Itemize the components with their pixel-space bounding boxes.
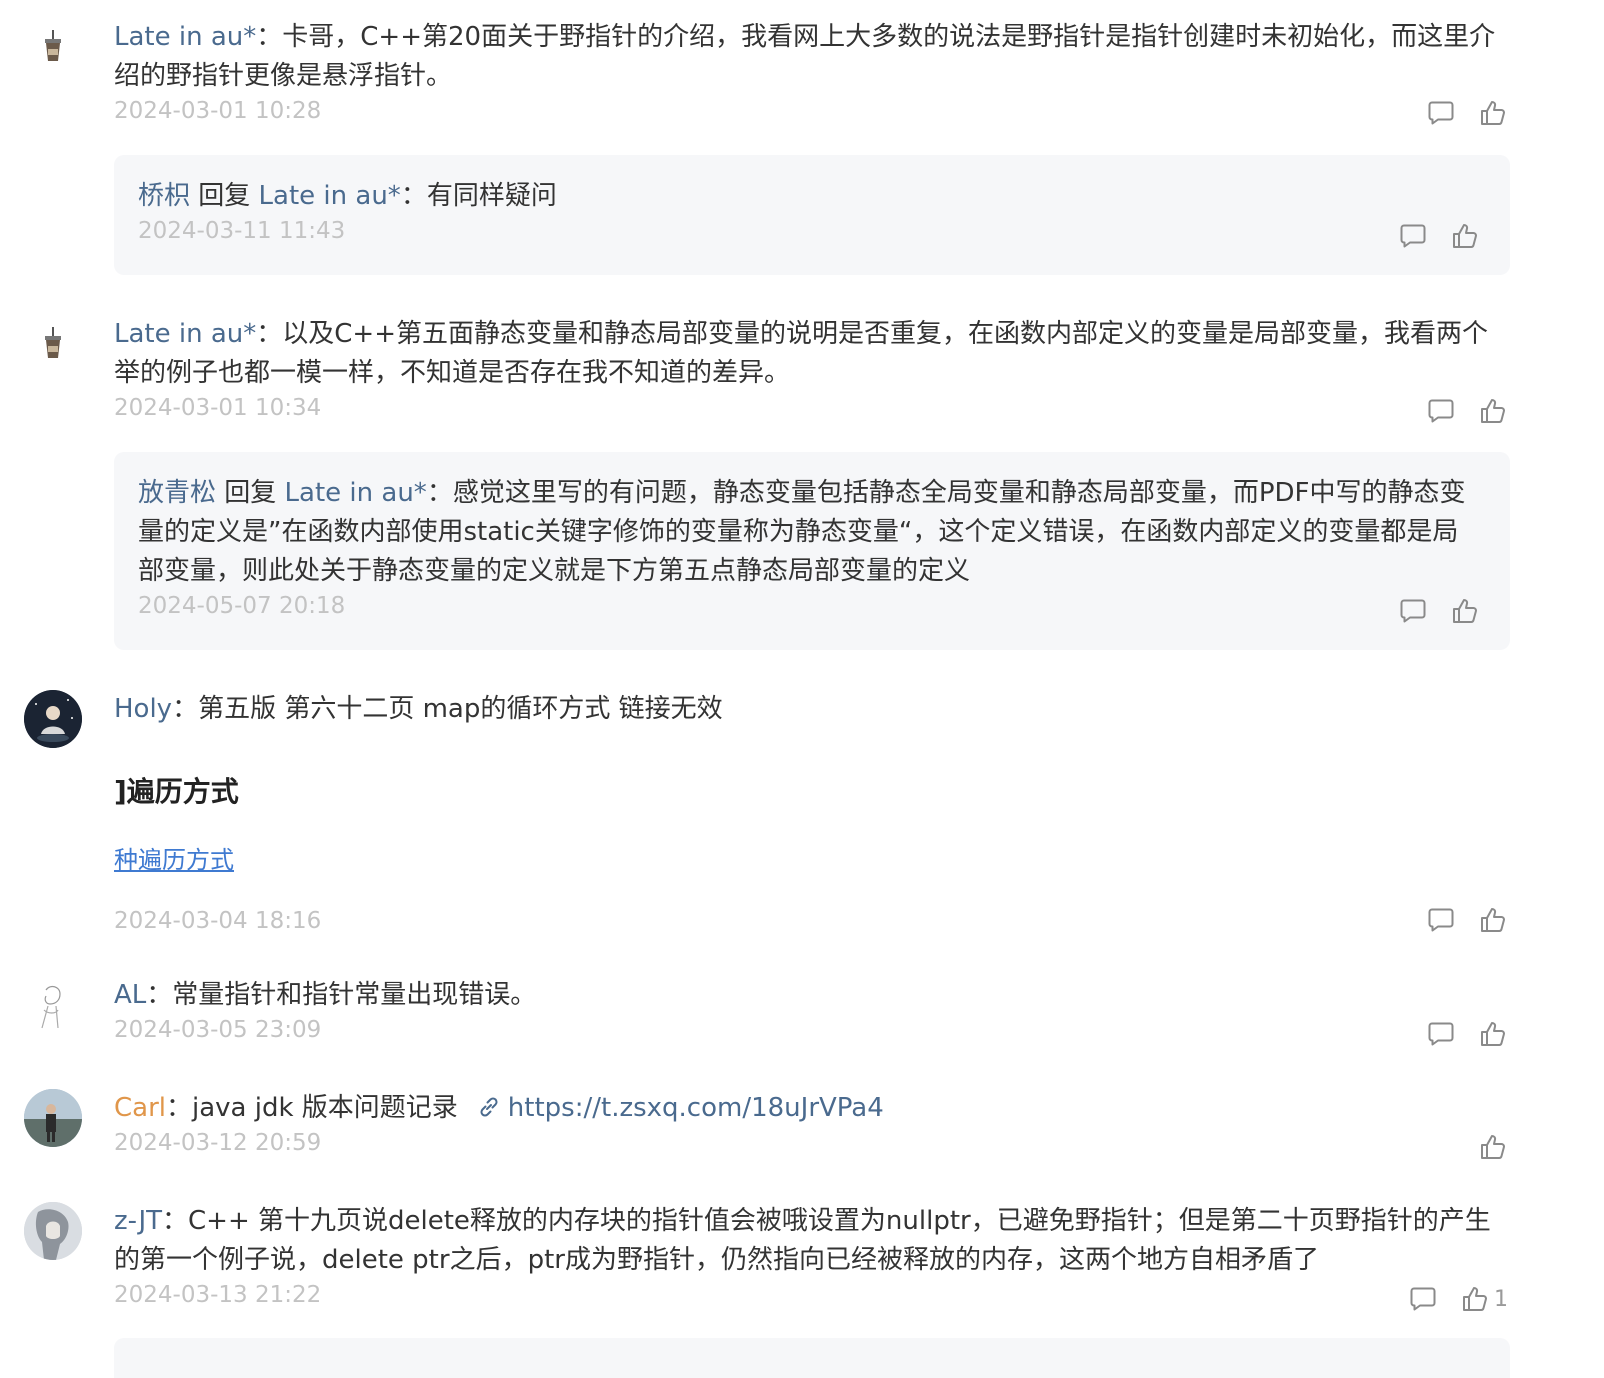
reply-content: ：有同样疑问 bbox=[400, 181, 557, 211]
like-icon[interactable] bbox=[1478, 98, 1508, 128]
comment-link[interactable]: https://t.zsxq.com/18uJrVPa4 bbox=[508, 1093, 884, 1123]
comment-text: Late in au*：以及C++第五面静态变量和静态局部变量的说明是否重复，在… bbox=[114, 315, 1508, 393]
comment-actions: 1 bbox=[1408, 1284, 1508, 1314]
reply-time: 2024-03-11 11:43 bbox=[138, 218, 346, 244]
reply-word: 回复 bbox=[190, 181, 259, 211]
reply-word: 回复 bbox=[216, 478, 285, 508]
cup-avatar-icon[interactable] bbox=[40, 325, 66, 361]
avatar[interactable] bbox=[24, 976, 82, 1034]
comment-author[interactable]: z-JT bbox=[114, 1206, 162, 1236]
comment-text: Late in au*：卡哥，C++第20面关于野指针的介绍，我看网上大多数的说… bbox=[114, 18, 1508, 96]
comment-author[interactable]: Late in au* bbox=[114, 22, 256, 52]
embed-heading: ]遍历方式 bbox=[114, 775, 239, 808]
comment-content: ：第五版 第六十二页 map的循环方式 链接无效 bbox=[172, 694, 723, 724]
comment-icon[interactable] bbox=[1398, 221, 1428, 251]
comment-icon[interactable] bbox=[1398, 596, 1428, 626]
cup-avatar-icon[interactable] bbox=[40, 28, 66, 64]
comment-text: Carl：java jdk 版本问题记录 https://t.zsxq.com/1… bbox=[114, 1089, 1508, 1128]
comment-text: z-JT：C++ 第十九页说delete释放的内存块的指针值会被哦设置为null… bbox=[114, 1202, 1508, 1280]
comment-time: 2024-03-01 10:28 bbox=[114, 98, 322, 124]
comment-icon[interactable] bbox=[1408, 1284, 1438, 1314]
comment-time: 2024-03-04 18:16 bbox=[114, 908, 322, 934]
comment-icon[interactable] bbox=[1426, 1019, 1456, 1049]
comment-time: 2024-03-12 20:59 bbox=[114, 1130, 322, 1156]
like-count: 1 bbox=[1494, 1286, 1508, 1312]
reply-box: 桥枳 回复 Late in au*：有同样疑问 2024-03-11 11:43 bbox=[114, 155, 1510, 275]
avatar[interactable] bbox=[24, 1202, 82, 1260]
comment-time: 2024-03-01 10:34 bbox=[114, 395, 322, 421]
reply-target[interactable]: Late in au* bbox=[285, 478, 427, 508]
comment-icon[interactable] bbox=[1426, 905, 1456, 935]
avatar[interactable] bbox=[24, 1089, 82, 1147]
reply-text: 桥枳 回复 Late in au*：有同样疑问 bbox=[138, 177, 1480, 216]
reply-text: 放青松 回复 Late in au*：感觉这里写的有问题，静态变量包括静态全局变… bbox=[138, 474, 1480, 591]
avatar[interactable] bbox=[24, 690, 82, 748]
comment-author[interactable]: Late in au* bbox=[114, 319, 256, 349]
comment-time: 2024-03-05 23:09 bbox=[114, 1017, 322, 1043]
comment-actions bbox=[1478, 1132, 1508, 1162]
comment-icon[interactable] bbox=[1426, 98, 1456, 128]
reply-actions bbox=[1398, 596, 1480, 626]
comment-content: ：java jdk 版本问题记录 bbox=[166, 1093, 458, 1123]
comment-time: 2024-03-13 21:22 bbox=[114, 1282, 322, 1308]
embed-link[interactable]: 种遍历方式 bbox=[114, 840, 234, 875]
comment-actions bbox=[1426, 905, 1508, 935]
comment-actions bbox=[1426, 396, 1508, 426]
comment-content: ：以及C++第五面静态变量和静态局部变量的说明是否重复，在函数内部定义的变量是局… bbox=[114, 319, 1488, 388]
comment-author[interactable]: Carl bbox=[114, 1093, 166, 1123]
comment-icon[interactable] bbox=[1426, 396, 1456, 426]
like-icon[interactable] bbox=[1478, 905, 1508, 935]
like-icon[interactable] bbox=[1450, 221, 1480, 251]
comment-content: ：常量指针和指针常量出现错误。 bbox=[146, 980, 537, 1010]
reply-author[interactable]: 桥枳 bbox=[138, 181, 190, 211]
like-icon[interactable] bbox=[1450, 596, 1480, 626]
comment-author[interactable]: Holy bbox=[114, 694, 172, 724]
like-icon[interactable] bbox=[1460, 1284, 1490, 1314]
comment-text: Holy：第五版 第六十二页 map的循环方式 链接无效 bbox=[114, 690, 1508, 729]
like-icon[interactable] bbox=[1478, 396, 1508, 426]
comment-text: AL：常量指针和指针常量出现错误。 bbox=[114, 976, 1508, 1015]
comment-content: ：C++ 第十九页说delete释放的内存块的指针值会被哦设置为nullptr，… bbox=[114, 1206, 1491, 1275]
like-icon[interactable] bbox=[1478, 1019, 1508, 1049]
comment-actions bbox=[1426, 98, 1508, 128]
reply-box bbox=[114, 1338, 1510, 1378]
comment-author[interactable]: AL bbox=[114, 980, 146, 1010]
reply-target[interactable]: Late in au* bbox=[259, 181, 401, 211]
comment-content: ：卡哥，C++第20面关于野指针的介绍，我看网上大多数的说法是野指针是指针创建时… bbox=[114, 22, 1496, 91]
link-icon bbox=[480, 1097, 498, 1117]
reply-time: 2024-05-07 20:18 bbox=[138, 593, 346, 619]
comment-actions bbox=[1426, 1019, 1508, 1049]
reply-author[interactable]: 放青松 bbox=[138, 478, 216, 508]
reply-actions bbox=[1398, 221, 1480, 251]
like-icon[interactable] bbox=[1478, 1132, 1508, 1162]
reply-box: 放青松 回复 Late in au*：感觉这里写的有问题，静态变量包括静态全局变… bbox=[114, 452, 1510, 650]
